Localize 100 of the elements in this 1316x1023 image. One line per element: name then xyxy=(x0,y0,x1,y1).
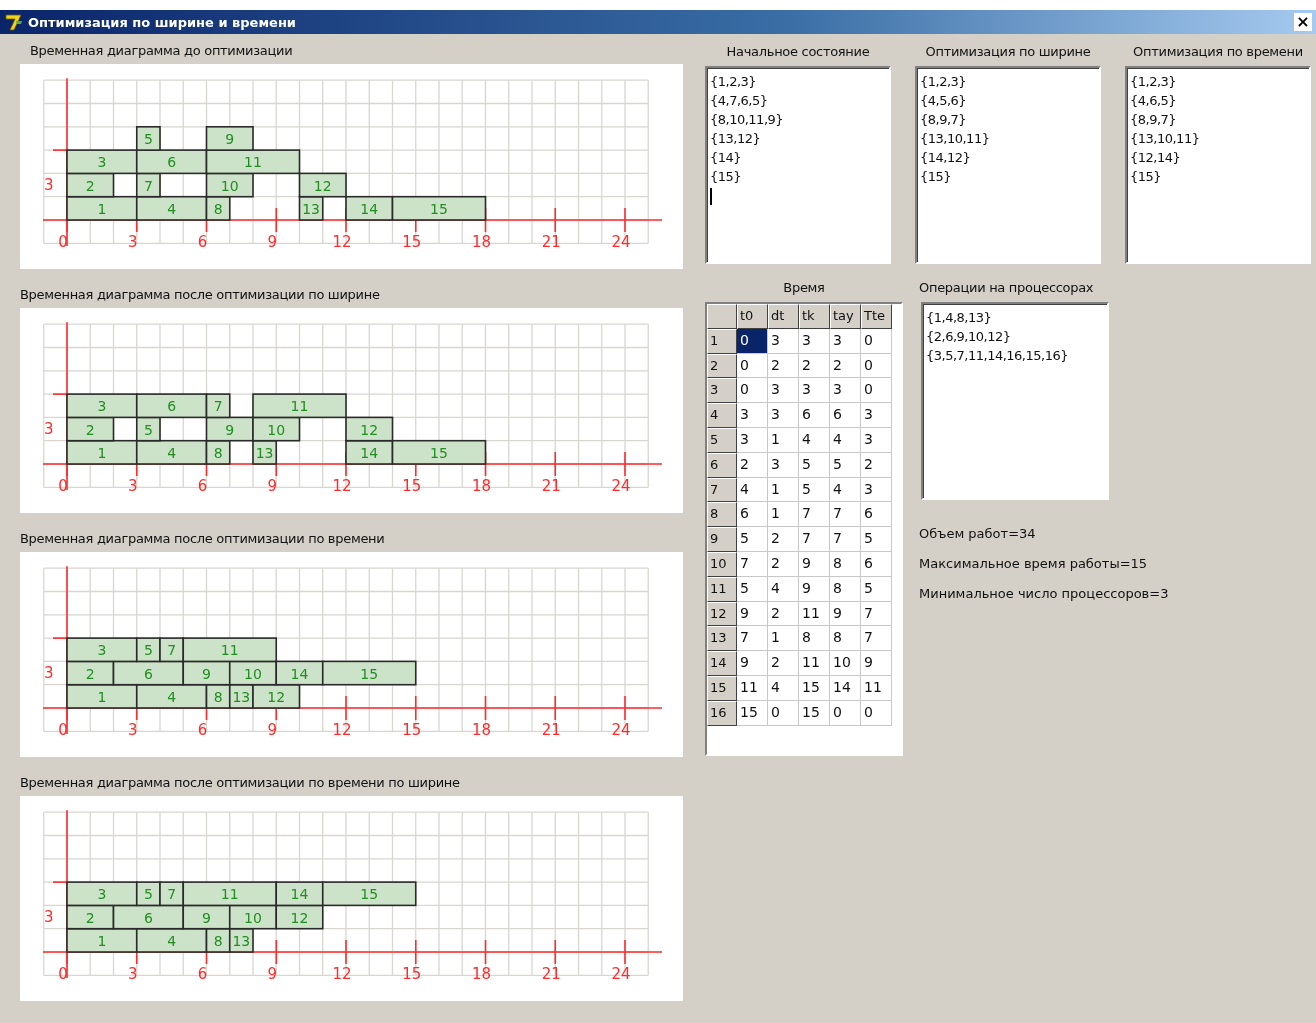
table-cell[interactable]: 3 xyxy=(861,403,892,428)
table-cell[interactable]: 7 xyxy=(799,502,830,528)
table-cell[interactable]: 11 xyxy=(799,651,830,676)
table-cell[interactable]: 6 xyxy=(830,403,861,428)
row-header[interactable]: 8 xyxy=(707,502,737,528)
table-cell[interactable]: 3 xyxy=(799,378,830,404)
table-cell[interactable]: 2 xyxy=(737,452,768,478)
table-cell[interactable]: 11 xyxy=(737,675,768,701)
row-header[interactable]: 2 xyxy=(707,353,737,379)
row-header[interactable]: 10 xyxy=(707,551,737,577)
column-header[interactable]: tay xyxy=(830,304,861,329)
table-cell[interactable]: 9 xyxy=(861,651,892,676)
table-cell[interactable]: 15 xyxy=(737,700,768,726)
table-cell[interactable]: 8 xyxy=(799,626,830,652)
text-area[interactable]: {1,2,3} {4,6,5} {8,9,7} {13,10,11} {12,14} {15} xyxy=(1125,66,1311,264)
table-cell[interactable]: 10 xyxy=(830,651,861,676)
table-cell[interactable]: 3 xyxy=(768,403,799,428)
table-cell[interactable]: 7 xyxy=(861,601,892,627)
table-cell[interactable]: 5 xyxy=(737,527,768,552)
table-cell[interactable]: 9 xyxy=(737,601,768,627)
row-header[interactable]: 9 xyxy=(707,527,737,552)
table-cell[interactable]: 8 xyxy=(830,626,861,652)
table-cell[interactable]: 0 xyxy=(861,700,892,726)
table-cell[interactable]: 0 xyxy=(861,353,892,379)
row-header[interactable]: 14 xyxy=(707,651,737,676)
table-cell[interactable]: 2 xyxy=(768,651,799,676)
table-cell[interactable]: 9 xyxy=(830,601,861,627)
table-cell[interactable]: 6 xyxy=(737,502,768,528)
row-header[interactable]: 13 xyxy=(707,626,737,652)
table-cell[interactable]: 1 xyxy=(768,502,799,528)
row-header[interactable]: 3 xyxy=(707,378,737,404)
row-header[interactable]: 4 xyxy=(707,403,737,428)
table-cell[interactable]: 9 xyxy=(737,651,768,676)
table-cell[interactable]: 9 xyxy=(799,576,830,602)
table-cell[interactable]: 2 xyxy=(861,452,892,478)
table-cell[interactable]: 7 xyxy=(799,527,830,552)
table-cell[interactable]: 4 xyxy=(830,428,861,453)
table-cell[interactable]: 5 xyxy=(737,576,768,602)
table-cell[interactable]: 0 xyxy=(737,353,768,379)
table-cell[interactable]: 11 xyxy=(799,601,830,627)
table-cell[interactable]: 3 xyxy=(830,378,861,404)
text-area[interactable]: {1,2,3} {4,7,6,5} {8,10,11,9} {13,12} {14} {15} xyxy=(705,66,891,264)
table-cell[interactable]: 3 xyxy=(861,428,892,453)
table-cell[interactable]: 4 xyxy=(768,675,799,701)
table-cell[interactable]: 4 xyxy=(830,477,861,503)
table-cell[interactable]: 7 xyxy=(737,626,768,652)
table-cell[interactable]: 8 xyxy=(830,551,861,577)
table-cell[interactable]: 2 xyxy=(830,353,861,379)
table-cell[interactable]: 3 xyxy=(830,328,861,354)
row-header[interactable]: 11 xyxy=(707,576,737,602)
table-cell[interactable]: 2 xyxy=(768,551,799,577)
table-cell[interactable]: 5 xyxy=(799,452,830,478)
table-cell[interactable]: 3 xyxy=(768,378,799,404)
table-cell[interactable]: 7 xyxy=(830,527,861,552)
column-header[interactable]: t0 xyxy=(737,304,768,329)
table-cell[interactable]: 2 xyxy=(768,601,799,627)
table-cell[interactable]: 15 xyxy=(799,700,830,726)
table-cell[interactable]: 7 xyxy=(737,551,768,577)
table-cell[interactable]: 5 xyxy=(799,477,830,503)
table-cell[interactable]: 1 xyxy=(768,477,799,503)
table-cell[interactable]: 3 xyxy=(768,452,799,478)
table-cell[interactable]: 2 xyxy=(768,353,799,379)
table-cell[interactable]: 7 xyxy=(830,502,861,528)
text-area[interactable]: {1,2,3} {4,5,6} {8,9,7} {13,10,11} {14,12} {15} xyxy=(915,66,1101,264)
table-cell[interactable]: 0 xyxy=(737,328,768,354)
table-cell[interactable]: 11 xyxy=(861,675,892,701)
table-cell[interactable]: 0 xyxy=(861,328,892,354)
table-cell[interactable]: 2 xyxy=(799,353,830,379)
table-cell[interactable]: 0 xyxy=(830,700,861,726)
row-header[interactable]: 1 xyxy=(707,328,737,354)
row-header[interactable]: 5 xyxy=(707,428,737,453)
table-cell[interactable]: 14 xyxy=(830,675,861,701)
table-cell[interactable]: 3 xyxy=(737,428,768,453)
row-header[interactable]: 16 xyxy=(707,700,737,726)
table-cell[interactable]: 9 xyxy=(799,551,830,577)
table-cell[interactable]: 5 xyxy=(861,527,892,552)
table-cell[interactable]: 7 xyxy=(861,626,892,652)
table-cell[interactable]: 5 xyxy=(830,452,861,478)
table-cell[interactable]: 1 xyxy=(768,626,799,652)
text-area[interactable]: {1,4,8,13} {2,6,9,10,12} {3,5,7,11,14,16,15,16} xyxy=(921,302,1109,500)
column-header[interactable]: Tte xyxy=(861,304,892,329)
data-grid[interactable] xyxy=(705,302,903,756)
table-cell[interactable]: 3 xyxy=(799,328,830,354)
table-cell[interactable]: 6 xyxy=(861,551,892,577)
table-cell[interactable]: 0 xyxy=(768,700,799,726)
row-header[interactable]: 12 xyxy=(707,601,737,627)
row-header[interactable]: 7 xyxy=(707,477,737,503)
table-cell[interactable]: 4 xyxy=(768,576,799,602)
close-button[interactable]: × xyxy=(1294,13,1312,31)
table-cell[interactable]: 3 xyxy=(768,328,799,354)
table-cell[interactable]: 6 xyxy=(799,403,830,428)
table-cell[interactable]: 15 xyxy=(799,675,830,701)
row-header[interactable]: 15 xyxy=(707,675,737,701)
column-header[interactable]: tk xyxy=(799,304,830,329)
table-cell[interactable]: 1 xyxy=(768,428,799,453)
table-cell[interactable]: 3 xyxy=(861,477,892,503)
table-cell[interactable]: 4 xyxy=(737,477,768,503)
table-cell[interactable]: 5 xyxy=(861,576,892,602)
table-cell[interactable]: 0 xyxy=(737,378,768,404)
row-header[interactable]: 6 xyxy=(707,452,737,478)
